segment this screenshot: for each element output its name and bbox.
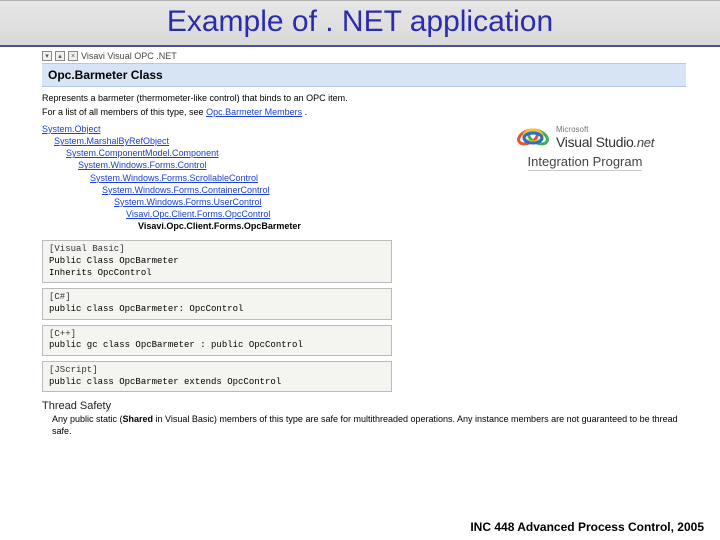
vs-integration-program-label: Integration Program (528, 154, 643, 171)
members-prefix: For a list of all members of this type, … (42, 107, 206, 117)
nav-close-icon[interactable]: × (68, 51, 78, 61)
code-lang: [Visual Basic] (49, 244, 385, 256)
hier-item-current: Visavi.Opc.Client.Forms.OpcBarmeter (138, 221, 301, 231)
visual-studio-badge: Microsoft Visual Studio.net Integration … (500, 122, 670, 171)
code-lang: [JScript] (49, 365, 385, 377)
code-line: public class OpcBarmeter: OpcControl (49, 304, 385, 316)
thread-safety-body: Any public static (Shared in Visual Basi… (42, 414, 686, 437)
code-block-js: [JScript] public class OpcBarmeter exten… (42, 361, 392, 392)
code-line: public gc class OpcBarmeter : public Opc… (49, 340, 385, 352)
hier-item[interactable]: Visavi.Opc.Client.Forms.OpcControl (126, 209, 270, 219)
code-block-cs: [C#] public class OpcBarmeter: OpcContro… (42, 288, 392, 319)
thread-safety-heading: Thread Safety (42, 400, 686, 412)
code-line: Inherits OpcControl (49, 268, 385, 280)
hier-item[interactable]: System.Windows.Forms.ContainerControl (102, 185, 270, 195)
safety-text: Any public static ( (52, 414, 123, 424)
code-lang: [C++] (49, 329, 385, 341)
class-header: Opc.Barmeter Class (42, 63, 686, 87)
code-line: public class OpcBarmeter extends OpcCont… (49, 377, 385, 389)
hier-item[interactable]: System.Windows.Forms.Control (78, 160, 207, 170)
class-description: Represents a barmeter (thermometer-like … (42, 93, 686, 103)
code-block-vb: [Visual Basic] Public Class OpcBarmeter … (42, 240, 392, 283)
hier-item[interactable]: System.ComponentModel.Component (66, 148, 219, 158)
visual-studio-icon (516, 122, 552, 152)
doc-content: ▾ ▴ × Visavi Visual OPC .NET Opc.Barmete… (0, 47, 720, 438)
vs-microsoft-label: Microsoft (556, 125, 654, 134)
slide-footer: INC 448 Advanced Process Control, 2005 (470, 520, 704, 534)
hier-item[interactable]: System.MarshalByRefObject (54, 136, 169, 146)
code-line: Public Class OpcBarmeter (49, 256, 385, 268)
members-link[interactable]: Opc.Barmeter Members (206, 107, 302, 117)
hier-item[interactable]: System.Windows.Forms.ScrollableControl (90, 173, 258, 183)
hier-item[interactable]: System.Windows.Forms.UserControl (114, 197, 262, 207)
hier-item[interactable]: System.Object (42, 124, 101, 134)
nav-back-icon[interactable]: ▾ (42, 51, 52, 61)
code-lang: [C#] (49, 292, 385, 304)
vs-visual-studio-label: Visual Studio.net (556, 134, 654, 150)
members-line: For a list of all members of this type, … (42, 107, 686, 117)
doc-toolbar: ▾ ▴ × Visavi Visual OPC .NET (42, 47, 686, 63)
safety-shared: Shared (123, 414, 154, 424)
members-suffix: . (305, 107, 308, 117)
slide-title: Example of . NET application (0, 5, 720, 39)
code-block-cpp: [C++] public gc class OpcBarmeter : publ… (42, 325, 392, 356)
nav-fwd-icon[interactable]: ▴ (55, 51, 65, 61)
product-label: Visavi Visual OPC .NET (81, 51, 177, 61)
slide-title-bar: Example of . NET application (0, 0, 720, 47)
